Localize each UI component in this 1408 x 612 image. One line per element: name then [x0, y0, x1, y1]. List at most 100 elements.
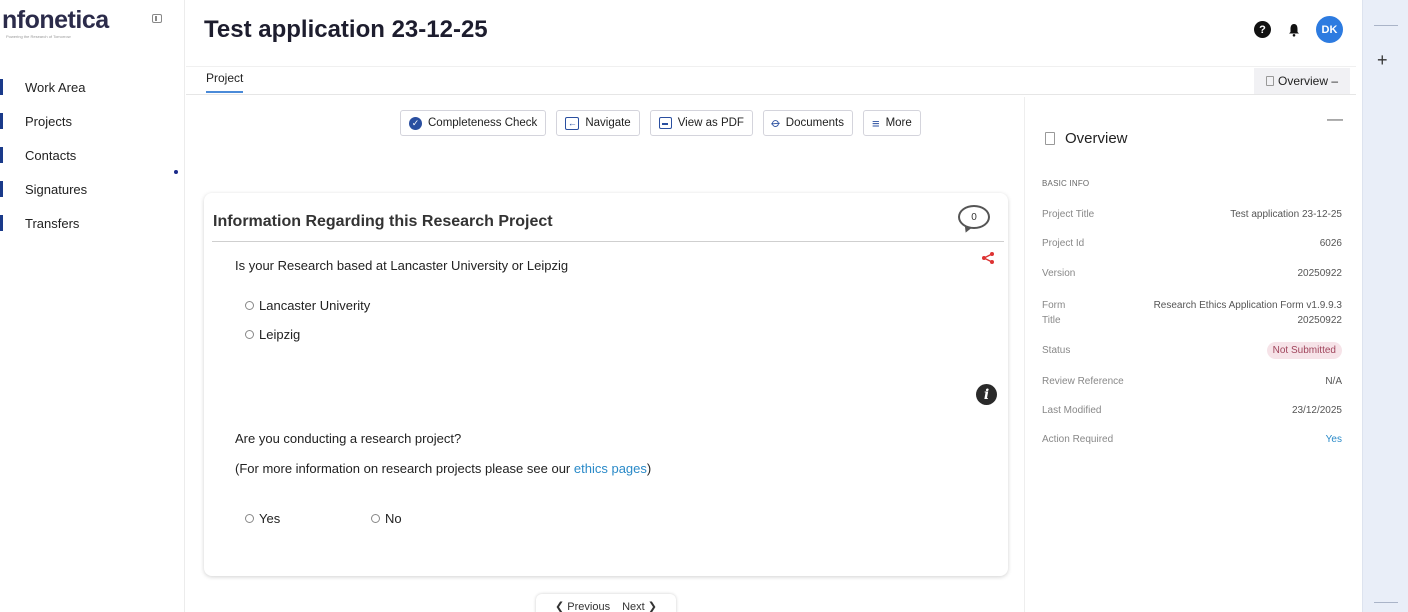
question-research-location: Is your Research based at Lancaster Univ… [235, 258, 569, 273]
radio-label: No [385, 511, 402, 526]
radio-button[interactable] [245, 301, 254, 310]
sidebar-item-contacts[interactable]: Contacts [0, 138, 185, 172]
section-title: Information Regarding this Research Proj… [213, 213, 553, 230]
next-label: Next [622, 600, 645, 612]
divider [212, 241, 1004, 242]
overview-label: Project Title [1042, 209, 1095, 220]
sidebar-item-label: Signatures [25, 181, 88, 197]
chevron-left-icon: ❮ [555, 600, 568, 612]
app-root: nfonetica Powering the Research of Tomor… [0, 0, 1408, 612]
more-button[interactable]: ≡ More [862, 110, 921, 136]
bell-icon[interactable] [1285, 21, 1302, 38]
sidebar-item-label: Transfers [25, 215, 80, 231]
button-label: Navigate [585, 117, 631, 129]
chevron-right-icon: ❯ [644, 600, 657, 612]
rail-divider [1374, 602, 1398, 603]
overview-title: Overview [1065, 130, 1128, 147]
active-indicator [0, 113, 3, 129]
documents-button[interactable]: ⌀ Documents [762, 110, 853, 136]
radio-button[interactable] [371, 514, 380, 523]
view-as-pdf-button[interactable]: View as PDF [649, 110, 753, 136]
overview-row-project-title: Project Title Test application 23-12-25 [1042, 209, 1342, 220]
overview-toggle-button[interactable]: Overview – [1254, 68, 1350, 94]
question-help-text: (For more information on research projec… [235, 461, 651, 476]
overview-header: Overview [1045, 130, 1128, 147]
active-indicator [0, 79, 3, 95]
help-icon[interactable]: ? [1254, 21, 1271, 38]
minimize-panel-button[interactable]: — [1327, 111, 1343, 129]
document-icon [1045, 132, 1055, 145]
radio-option-leipzig[interactable]: Leipzig [245, 327, 300, 342]
menu-icon: ≡ [871, 115, 880, 131]
active-indicator [0, 181, 3, 197]
overview-label: Status [1042, 345, 1071, 356]
radio-option-yes[interactable]: Yes [245, 511, 280, 526]
plus-icon[interactable]: + [1377, 50, 1388, 71]
active-indicator [0, 215, 3, 231]
radio-button[interactable] [245, 330, 254, 339]
comment-icon[interactable]: 0 [958, 205, 990, 235]
paperclip-icon: ⌀ [768, 114, 785, 131]
sidebar-item-transfers[interactable]: Transfers [0, 206, 185, 240]
right-rail [1362, 0, 1408, 612]
page-title: Test application 23-12-25 [204, 16, 488, 43]
overview-value: 23/12/2025 [1291, 405, 1342, 416]
pager: ❮ Previous Next ❯ [536, 594, 676, 612]
tabs-row: Project Overview – [186, 66, 1356, 95]
overview-toggle-label: Overview – [1277, 74, 1339, 88]
tab-project[interactable]: Project [206, 71, 244, 93]
radio-label: Lancaster Univerity [259, 298, 371, 313]
info-icon[interactable]: i [976, 384, 997, 405]
radio-label: Leipzig [259, 327, 301, 342]
collapse-sidebar-icon[interactable] [152, 14, 162, 23]
overview-row-version: Version 20250922 [1042, 268, 1342, 279]
overview-value: 20250922 [1297, 268, 1343, 279]
sidebar-item-label: Contacts [25, 147, 77, 163]
pdf-icon [658, 117, 672, 129]
form-toolbar: ✓ Completeness Check ← Navigate View as … [400, 110, 921, 136]
help-text-suffix: ) [646, 461, 652, 476]
overview-section-label: BASIC INFO [1042, 179, 1090, 188]
sidebar-item-projects[interactable]: Projects [0, 104, 185, 138]
document-icon [1265, 76, 1274, 86]
overview-value[interactable]: Yes [1326, 434, 1342, 445]
navigate-button[interactable]: ← Navigate [556, 110, 640, 136]
app-logo[interactable]: nfonetica [2, 6, 109, 35]
ethics-pages-link[interactable]: ethics pages [574, 461, 647, 476]
rail-divider [1374, 25, 1398, 26]
sidebar-item-work-area[interactable]: Work Area [0, 70, 185, 104]
next-button[interactable]: Next ❯ [622, 600, 657, 612]
overview-value: N/A [1325, 376, 1342, 387]
overview-row-project-id: Project Id 6026 [1042, 238, 1342, 249]
check-circle-icon: ✓ [409, 116, 422, 130]
navigate-icon: ← [565, 116, 580, 130]
overview-panel: Overview — BASIC INFO Project Title Test… [1024, 97, 1356, 612]
share-icon[interactable] [981, 251, 995, 265]
overview-label: Review Reference [1042, 376, 1124, 387]
overview-row-last-modified: Last Modified 23/12/2025 [1042, 405, 1342, 416]
notification-dot [174, 170, 178, 174]
overview-row-form-title: Form Title Research Ethics Application F… [1042, 298, 1342, 328]
completeness-check-button[interactable]: ✓ Completeness Check [400, 110, 547, 136]
overview-label: Project Id [1042, 238, 1085, 249]
button-label: View as PDF [677, 117, 744, 129]
header-actions: ? DK [1254, 16, 1343, 43]
previous-button[interactable]: ❮ Previous [555, 600, 610, 612]
radio-option-lancaster[interactable]: Lancaster Univerity [245, 298, 370, 313]
question-research-project: Are you conducting a research project? [235, 431, 462, 446]
overview-label: Action Required [1042, 434, 1114, 445]
overview-value: Research Ethics Application Form v1.9.9.… [1153, 300, 1342, 326]
sidebar-item-signatures[interactable]: Signatures [0, 172, 185, 206]
overview-value: Test application 23-12-25 [1230, 209, 1342, 220]
avatar[interactable]: DK [1316, 16, 1343, 43]
sidebar-item-label: Projects [25, 113, 72, 129]
radio-option-no[interactable]: No [371, 511, 402, 526]
overview-label: Version [1042, 268, 1076, 279]
overview-label: Form Title [1042, 300, 1066, 326]
radio-button[interactable] [245, 514, 254, 523]
overview-row-status: Status Not Submitted [1042, 342, 1342, 359]
button-label: Completeness Check [428, 117, 538, 129]
overview-row-review-reference: Review Reference N/A [1042, 376, 1342, 387]
previous-label: Previous [567, 600, 611, 612]
sidebar-item-label: Work Area [25, 79, 86, 95]
